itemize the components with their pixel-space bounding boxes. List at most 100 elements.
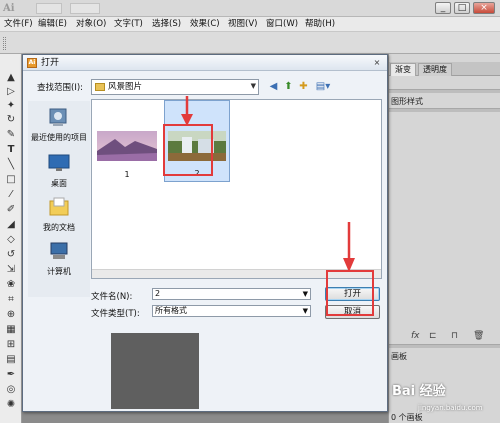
menu-file[interactable]: 文件(F) — [4, 18, 33, 31]
watermark-logo: Bai 经验 — [392, 384, 446, 399]
desktop-icon — [48, 154, 70, 171]
preview-area — [111, 333, 199, 409]
control-bar — [0, 32, 500, 54]
highlight-box-open-button — [326, 270, 374, 316]
folder-icon — [95, 83, 105, 91]
paintbrush-tool-icon[interactable]: ⁄ — [4, 189, 18, 201]
maximize-button[interactable]: □ — [454, 2, 470, 14]
close-icon[interactable]: × — [371, 58, 383, 68]
free-transform-tool-icon[interactable]: ⌗ — [4, 294, 18, 306]
computer-icon — [50, 242, 68, 259]
menu-window[interactable]: 窗口(W) — [266, 18, 298, 31]
tools-panel: ▲ ▷ ✦ ↻ ✎ T ╲ □ ⁄ ✐ ◢ ◇ ↺ ⇲ ❀ ⌗ ⊕ ▦ ⊞ ▤ … — [0, 54, 22, 423]
blend-tool-icon[interactable]: ◎ — [4, 384, 18, 396]
scale-tool-icon[interactable]: ⇲ — [4, 264, 18, 276]
pencil-tool-icon[interactable]: ✐ — [4, 204, 18, 216]
file-list: 1 2 — [91, 99, 382, 279]
bridge-dropdown[interactable] — [36, 3, 62, 14]
fx-icon[interactable]: fx — [411, 331, 420, 341]
control-bar-grip[interactable] — [3, 37, 6, 50]
rotate-tool-icon[interactable]: ↺ — [4, 249, 18, 261]
panel-divider — [389, 89, 500, 93]
back-icon[interactable]: ◀ — [267, 80, 280, 93]
places-bar: 最近使用的项目 桌面 我的文档 计算机 — [28, 101, 90, 297]
place-label: 我的文档 — [43, 223, 75, 232]
right-panel: 渐变 透明度 图形样式 fx ⊏ ⊓ 🗑 画板 0 个画板 — [388, 54, 500, 423]
trash-icon[interactable]: 🗑 — [473, 331, 484, 341]
place-label: 最近使用的项目 — [31, 133, 87, 142]
rectangle-tool-icon[interactable]: □ — [4, 174, 18, 186]
perspective-grid-tool-icon[interactable]: ▦ — [4, 324, 18, 336]
new-folder-icon[interactable]: ✚ — [297, 80, 310, 93]
up-folder-icon[interactable]: ⬆ — [282, 80, 295, 93]
tab-gradient[interactable]: 渐变 — [390, 63, 416, 76]
break-link-icon[interactable]: ⊓ — [451, 331, 458, 341]
dialog-titlebar: Ai 打开 × — [23, 55, 387, 71]
panel-divider — [389, 344, 500, 348]
menu-select[interactable]: 选择(S) — [152, 18, 181, 31]
chevron-down-icon: ▼ — [250, 82, 256, 90]
type-tool-icon[interactable]: T — [4, 144, 18, 156]
panel-divider — [389, 108, 500, 112]
shape-builder-tool-icon[interactable]: ⊕ — [4, 309, 18, 321]
chevron-down-icon: ▼ — [302, 307, 308, 315]
artboard-count-label: 0 个画板 — [391, 413, 423, 422]
menu-effect[interactable]: 效果(C) — [190, 18, 220, 31]
menu-object[interactable]: 对象(O) — [76, 18, 106, 31]
highlight-box-selected-file — [163, 124, 213, 176]
pen-tool-icon[interactable]: ✎ — [4, 129, 18, 141]
magic-wand-tool-icon[interactable]: ✦ — [4, 100, 18, 112]
filename-label: 文件名(N): — [91, 292, 133, 302]
filetype-label: 文件类型(T): — [91, 309, 140, 319]
direct-selection-tool-icon[interactable]: ▷ — [4, 86, 18, 98]
place-desktop[interactable]: 桌面 — [28, 153, 90, 189]
recent-places-icon — [49, 108, 67, 126]
watermark-url: jingyan.baidu.com — [418, 404, 483, 412]
menu-edit[interactable]: 编辑(E) — [38, 18, 67, 31]
menu-help[interactable]: 帮助(H) — [305, 18, 335, 31]
arrow-down-icon — [343, 222, 355, 272]
filetype-value: 所有格式 — [155, 306, 187, 315]
file-thumbnail-1[interactable]: 1 — [96, 122, 158, 182]
view-menu-icon[interactable]: ▤▾ — [314, 80, 332, 93]
filename-value: 2 — [155, 289, 161, 298]
menu-type[interactable]: 文字(T) — [114, 18, 143, 31]
landscape-thumbnail-image — [97, 131, 157, 161]
place-recent[interactable]: 最近使用的项目 — [28, 107, 90, 143]
symbol-sprayer-tool-icon[interactable]: ✺ — [4, 399, 18, 411]
selection-tool-icon[interactable]: ▲ — [4, 72, 18, 84]
filename-input[interactable]: 2 ▼ — [152, 288, 311, 300]
arrange-dropdown[interactable] — [70, 3, 100, 14]
eyedropper-tool-icon[interactable]: ✒ — [4, 369, 18, 381]
dialog-title: 打开 — [41, 58, 60, 68]
blob-brush-tool-icon[interactable]: ◢ — [4, 219, 18, 231]
place-label: 计算机 — [47, 267, 71, 276]
artboards-label[interactable]: 画板 — [391, 351, 407, 362]
filetype-select[interactable]: 所有格式 ▼ — [152, 305, 311, 317]
app-titlebar: Ai _ □ × — [0, 0, 500, 17]
file-name-label: 1 — [124, 170, 130, 179]
menu-view[interactable]: 视图(V) — [228, 18, 257, 31]
app-logo: Ai — [3, 3, 15, 14]
eraser-tool-icon[interactable]: ◇ — [4, 234, 18, 246]
gradient-panel-tabs: 渐变 透明度 — [389, 62, 500, 76]
look-in-value: 风景图片 — [108, 82, 143, 92]
lasso-tool-icon[interactable]: ↻ — [4, 114, 18, 126]
place-documents[interactable]: 我的文档 — [28, 197, 90, 233]
minimize-button[interactable]: _ — [435, 2, 451, 14]
graphic-styles-label[interactable]: 图形样式 — [391, 96, 423, 107]
chevron-down-icon: ▼ — [302, 290, 308, 298]
gradient-tool-icon[interactable]: ▤ — [4, 354, 18, 366]
illustrator-icon: Ai — [27, 58, 37, 68]
warp-tool-icon[interactable]: ❀ — [4, 279, 18, 291]
look-in-dropdown[interactable]: 风景图片 ▼ — [91, 79, 259, 95]
new-style-icon[interactable]: ⊏ — [429, 331, 437, 341]
look-in-label: 查找范围(I): — [37, 83, 84, 93]
place-computer[interactable]: 计算机 — [28, 241, 90, 277]
line-tool-icon[interactable]: ╲ — [4, 159, 18, 171]
tab-transparency[interactable]: 透明度 — [418, 63, 452, 76]
open-dialog: Ai 打开 × 查找范围(I): 风景图片 ▼ ◀ ⬆ ✚ ▤▾ 最近使用的项目… — [22, 54, 388, 412]
arrow-down-icon — [181, 96, 193, 126]
close-window-button[interactable]: × — [473, 2, 495, 14]
mesh-tool-icon[interactable]: ⊞ — [4, 339, 18, 351]
